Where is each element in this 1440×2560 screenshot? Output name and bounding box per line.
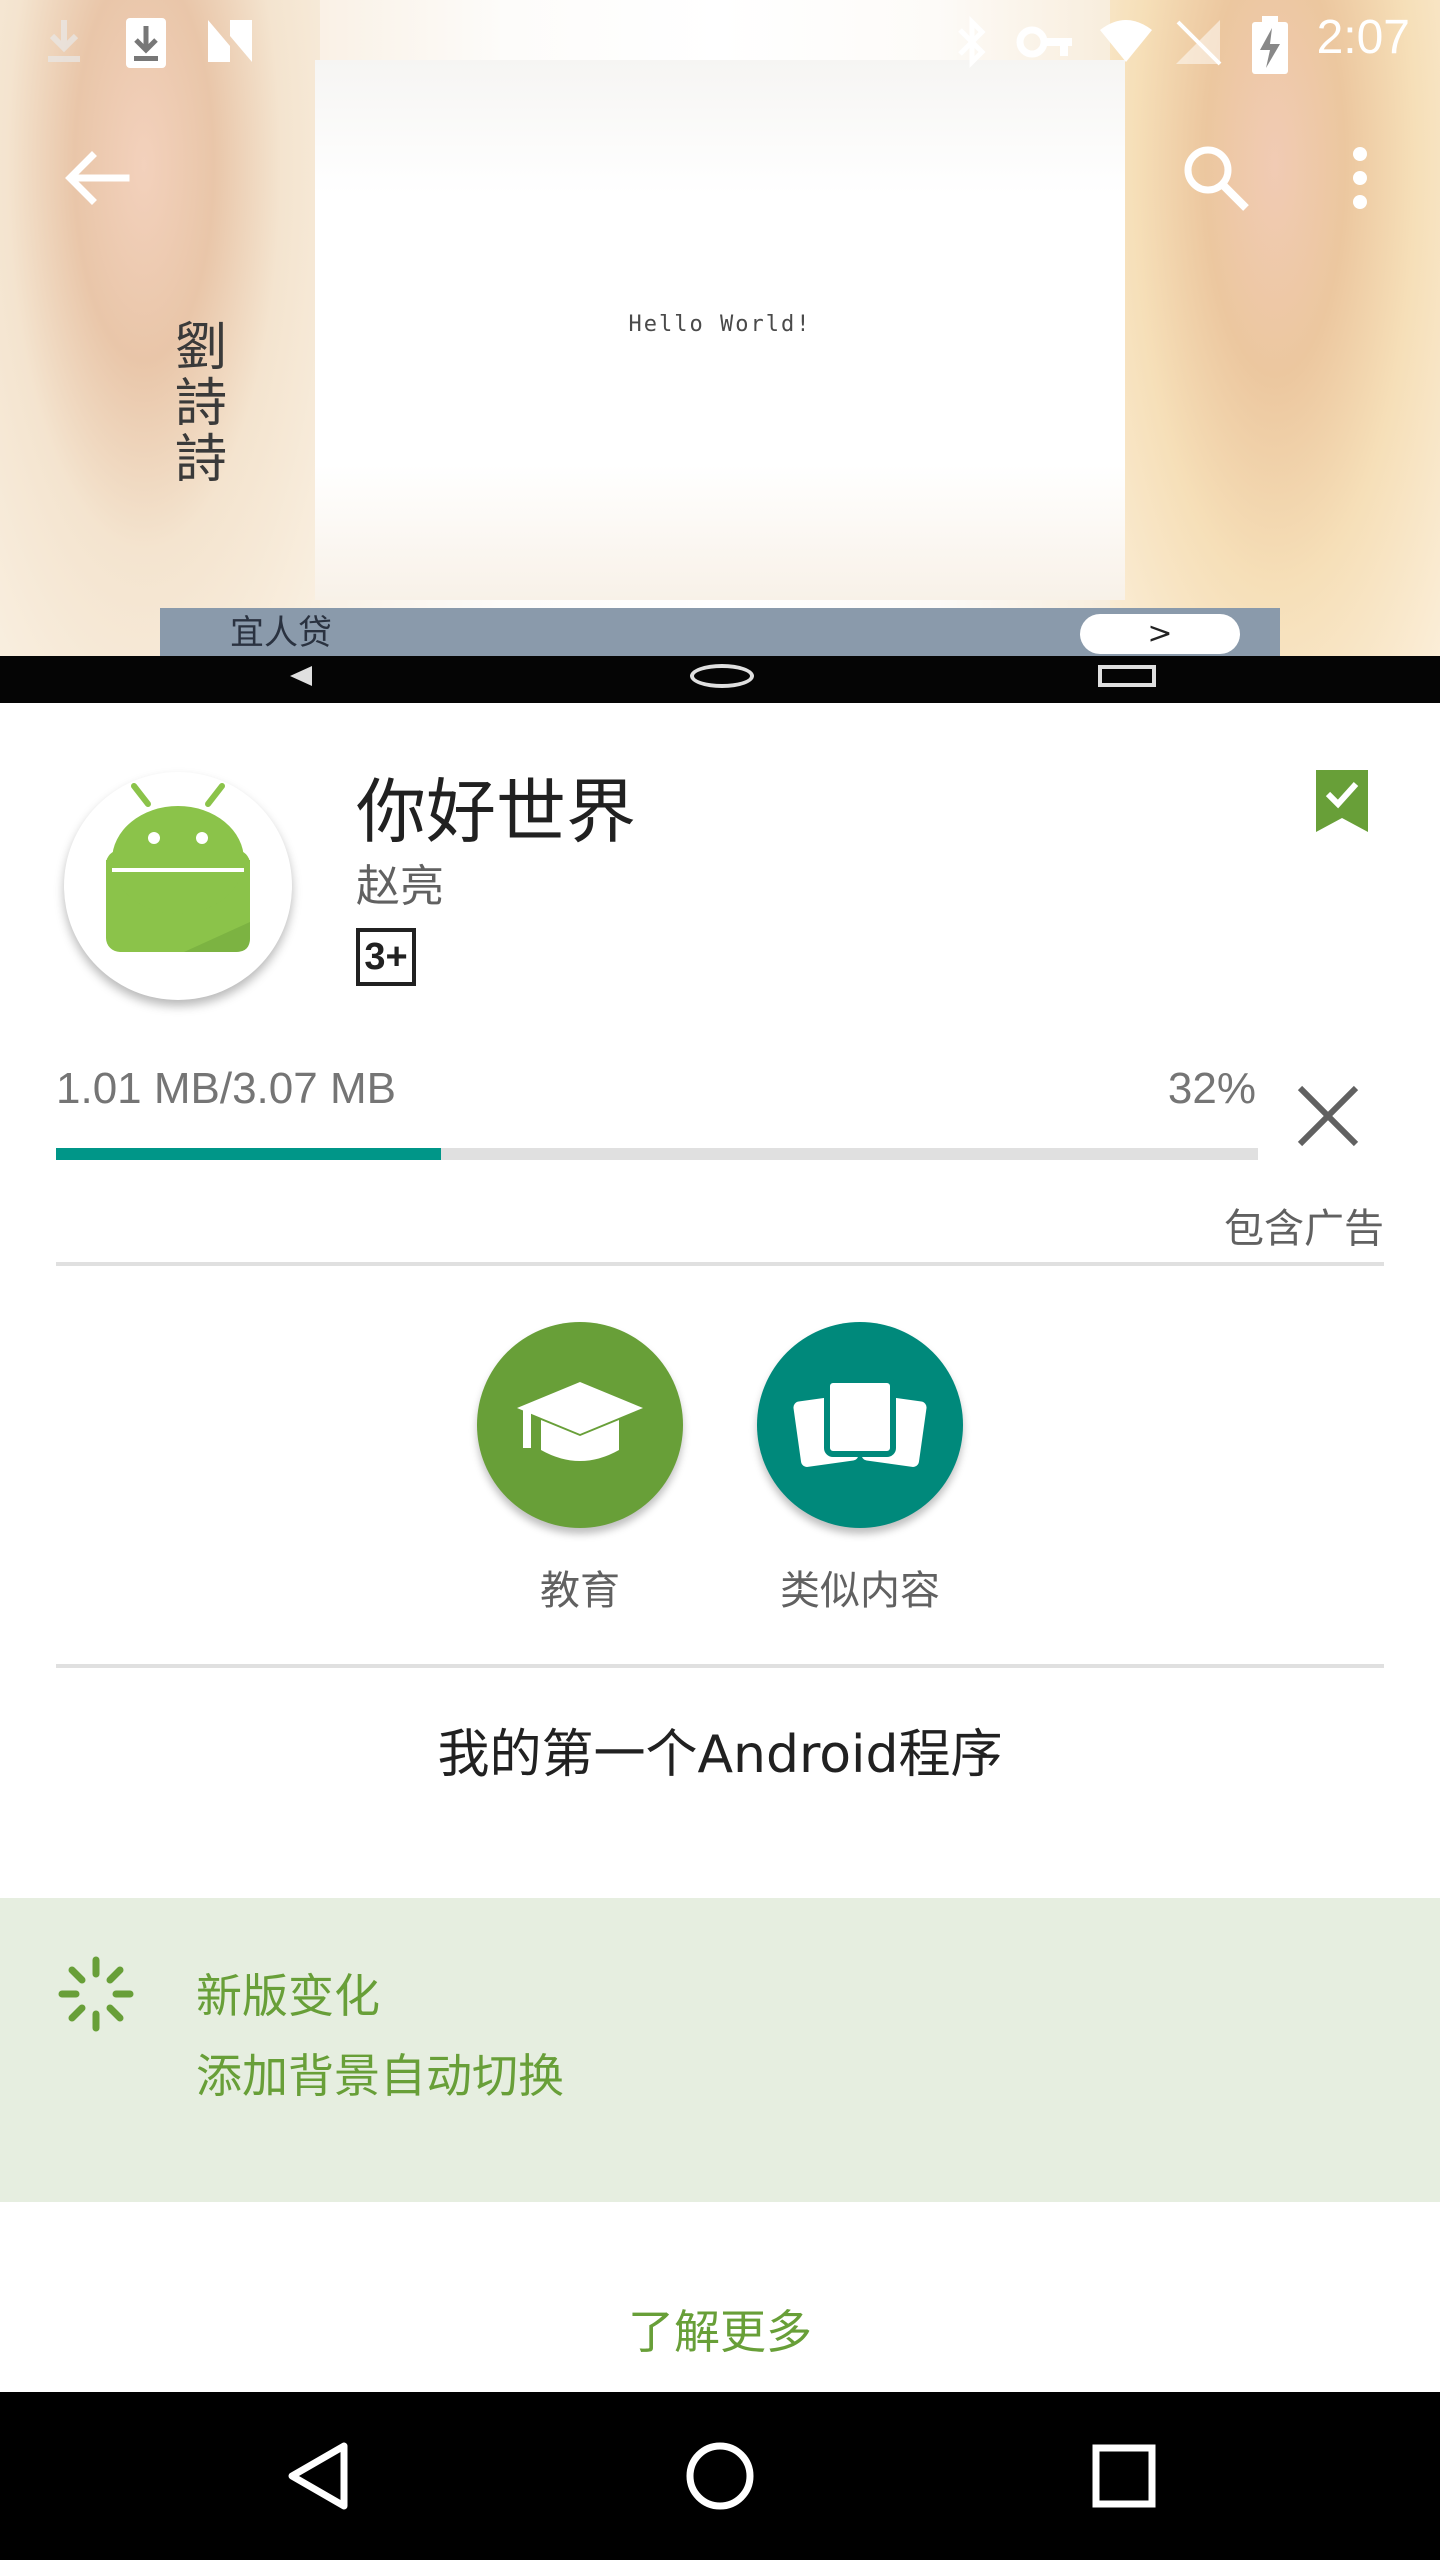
mini-back-icon [290,666,312,686]
whats-new-section[interactable]: 新版变化 添加背景自动切换 [0,1898,1440,2202]
app-screenshot-header[interactable]: 劉詩詩 Hello World! 宜人贷 > [0,0,1440,703]
category-badge-circle [477,1322,683,1528]
mini-recents-icon [1098,665,1156,687]
hero-ad-banner: 宜人贷 > [160,608,1280,658]
hero-calligraphy: 劉詩詩 [175,318,228,490]
more-vert-icon[interactable] [1318,130,1414,226]
download-progress-bar [56,1148,1258,1160]
graduation-cap-icon [517,1382,643,1461]
hero-mini-navbar [0,656,1440,703]
contains-ads-label: 包含广告 [1224,1206,1384,1252]
hero-ad-go-button: > [1080,614,1240,654]
download-icon [48,20,80,62]
content-rating-badge[interactable]: 3+ [356,928,416,986]
app-title: 你好世界 [356,771,636,853]
wishlist-added-icon[interactable] [1316,770,1368,832]
app-description[interactable]: 我的第一个Android程序 [0,1712,1440,1787]
hero-hello-text: Hello World! [628,312,812,337]
divider [56,1664,1384,1668]
bluetooth-icon [958,16,986,69]
search-icon[interactable] [1168,130,1264,226]
no-signal-icon [1176,20,1222,66]
system-navbar [0,2392,1440,2560]
similar-content-badge[interactable]: 类似内容 [755,1322,965,1616]
android-icon [106,783,250,952]
category-badge-education[interactable]: 教育 [475,1322,685,1616]
nav-back-icon[interactable] [270,2426,370,2526]
back-arrow-icon[interactable] [48,130,144,226]
similar-cards-icon [793,1377,927,1467]
status-time: 2:07 [1316,11,1410,64]
download-box-icon [126,18,166,68]
whats-new-text: 添加背景自动切换 [196,2049,564,2103]
close-icon[interactable] [1290,1078,1366,1154]
badge-label: 类似内容 [780,1568,940,1614]
divider [56,1262,1384,1266]
hero-ad-text: 宜人贷 [230,613,332,653]
read-more-link[interactable]: 了解更多 [0,2296,1440,2362]
battery-charging-icon [1252,16,1288,74]
nav-home-icon[interactable] [670,2426,770,2526]
app-developer-link[interactable]: 赵亮 [356,850,444,914]
download-size-text: 1.01 MB/3.07 MB [56,1064,396,1113]
app-icon [64,772,292,1000]
vpn-key-icon [1016,26,1072,58]
mini-home-icon [690,664,754,688]
loading-spinner-icon [58,1956,134,2032]
status-bar: 2:07 [0,0,1440,84]
similar-badge-circle [757,1322,963,1528]
download-percent-text: 32% [1167,1064,1256,1113]
wifi-icon [1100,20,1152,62]
n-logo-icon [208,20,252,62]
download-progress-fill [56,1148,441,1160]
whats-new-title: 新版变化 [196,1969,380,2023]
nav-recents-icon[interactable] [1074,2426,1174,2526]
badge-label: 教育 [540,1568,620,1614]
